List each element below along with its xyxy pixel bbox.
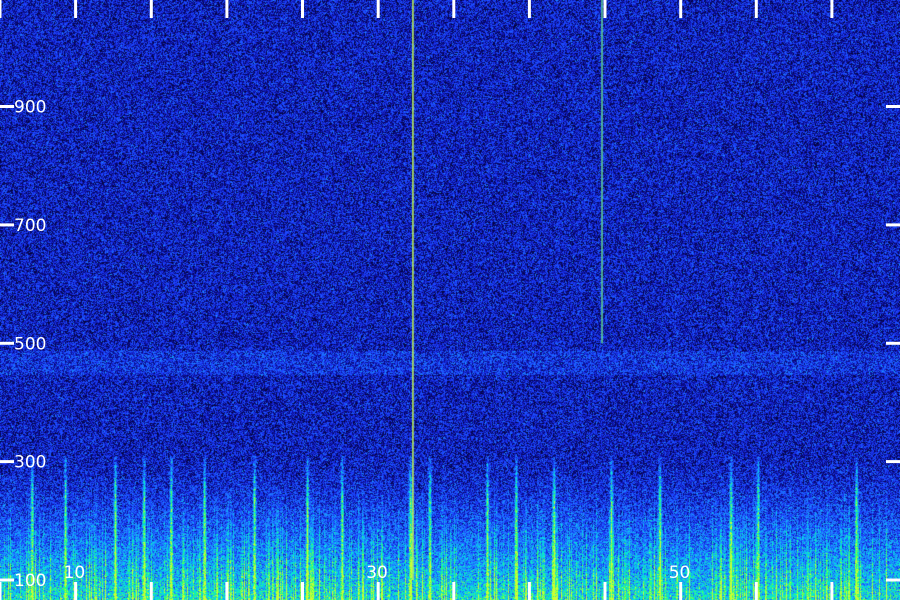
y-axis-tick-labels: 100 300 500 700 900: [14, 98, 46, 592]
y-tick-label: 100: [14, 571, 46, 591]
y-tick-label: 900: [14, 98, 46, 118]
y-tick-label: 300: [14, 453, 46, 473]
y-axis-left-ticks: [0, 105, 14, 582]
x-axis-bottom-ticks: [0, 582, 834, 600]
x-axis-tick-labels: 10 30 50: [64, 563, 691, 583]
x-tick-label: 50: [669, 563, 691, 583]
y-axis-right-ticks: [886, 105, 900, 582]
x-tick-label: 30: [366, 563, 388, 583]
x-axis-top-ticks: [0, 0, 834, 18]
x-tick-label: 10: [64, 563, 86, 583]
y-tick-label: 500: [14, 334, 46, 354]
y-tick-label: 700: [14, 216, 46, 236]
axes-overlay: 100 300 500 700 900 10 30 50: [0, 0, 900, 600]
